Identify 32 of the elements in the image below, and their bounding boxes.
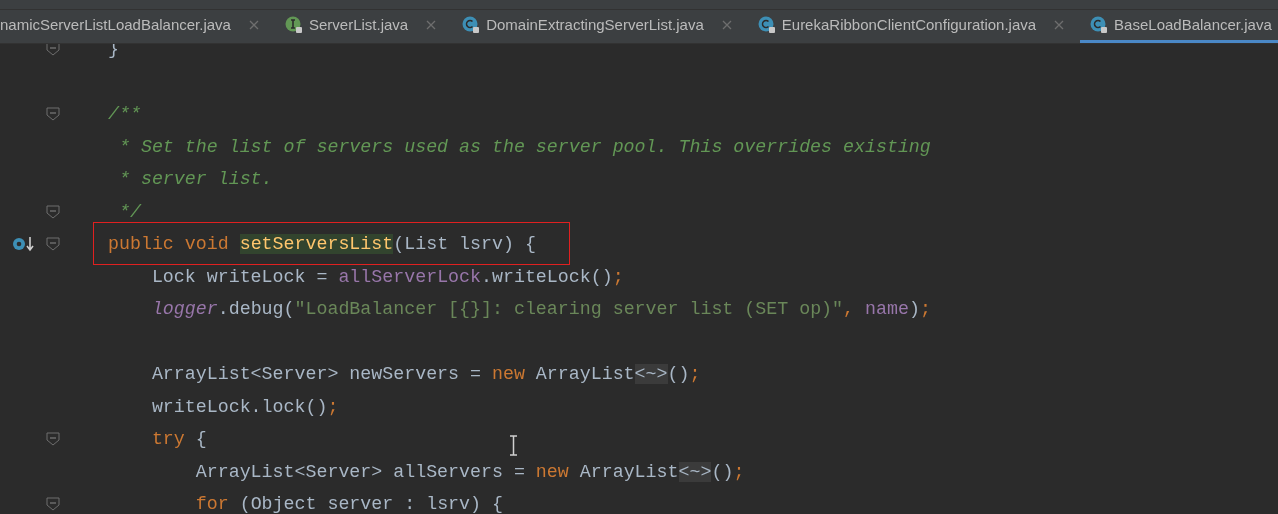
code-line: * server list. (117, 169, 273, 190)
fold-marker-icon[interactable] (46, 237, 60, 252)
class-icon (757, 16, 776, 34)
editor-tab[interactable]: EurekaRibbonClientConfiguration.java (747, 10, 1081, 43)
code-line: ArrayList<Server> newServers = new ArrayList<~>(); (150, 364, 701, 385)
text-cursor-icon (509, 435, 518, 456)
close-icon[interactable] (1054, 20, 1065, 30)
code-line: public void setServersList(List lsrv) { (108, 234, 536, 255)
code-line: */ (117, 201, 141, 222)
editor-tab[interactable]: ServerList.java (274, 10, 453, 43)
fold-marker-icon[interactable] (46, 107, 60, 122)
fold-marker-icon[interactable] (46, 432, 60, 447)
fold-marker-icon[interactable] (46, 204, 60, 219)
code-line: Lock writeLock = allServerLock.writeLock(); (150, 266, 624, 287)
override-marker-icon[interactable] (12, 236, 36, 253)
class-icon (462, 16, 481, 34)
close-icon[interactable] (426, 20, 437, 30)
close-icon[interactable] (248, 20, 259, 30)
editor-tab[interactable]: namicServerListLoadBalancer.java (0, 10, 275, 43)
class-icon (1090, 16, 1109, 34)
code-line: * Set the list of servers used as the server pool. This overrides existing (117, 136, 931, 157)
code-line: logger.debug("LoadBalancer [{}]: clearing server list (SET op)", name); (150, 299, 931, 320)
code-line: try { (150, 429, 207, 450)
code-line: writeLock.lock(); (150, 396, 339, 417)
editor-tab[interactable]: DomainExtractingServerList.java (452, 10, 748, 43)
interface-icon (284, 16, 303, 34)
code-line: for (Object server : lsrv) { (194, 494, 503, 514)
code-line: /** (108, 104, 141, 125)
code-line: ArrayList<Server> allServers = new ArrayList<~>(); (194, 461, 745, 482)
fold-marker-icon[interactable] (46, 497, 60, 512)
close-icon[interactable] (721, 20, 732, 30)
editor-tab[interactable]: BaseLoadBalancer.java (1080, 10, 1278, 43)
